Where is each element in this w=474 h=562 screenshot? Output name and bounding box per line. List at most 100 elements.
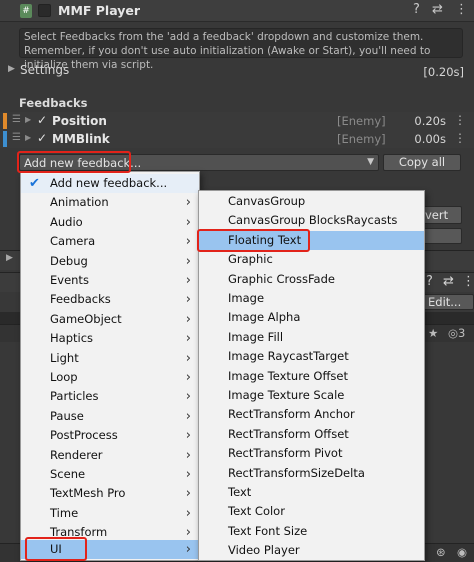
submenu-item-graphic-crossfade[interactable]: Graphic CrossFade: [199, 270, 424, 289]
foldout-triangle-icon[interactable]: ▶: [8, 64, 15, 74]
menu-item-add-new-feedback[interactable]: ✔ Add new feedback...: [21, 174, 199, 194]
chevron-right-icon: ›: [185, 389, 191, 405]
chevron-right-icon: ›: [185, 331, 191, 347]
component-header: # MMF Player ? ⇄ ⋮: [0, 0, 474, 22]
menu-item-label: Light: [50, 350, 79, 365]
highlight-add-feedback: [17, 151, 131, 173]
more-options-icon[interactable]: ⋮: [454, 113, 466, 127]
menu-item-label: Graphic CrossFade: [228, 271, 335, 286]
menu-item-camera[interactable]: Camera ›: [21, 232, 199, 251]
menu-item-textmesh-pro[interactable]: TextMesh Pro ›: [21, 484, 199, 503]
menu-item-events[interactable]: Events ›: [21, 271, 199, 290]
submenu-item-image-raycasttarget[interactable]: Image RaycastTarget: [199, 347, 424, 366]
chevron-right-icon: ›: [185, 273, 191, 288]
chevron-right-icon: ›: [185, 350, 191, 366]
feedback-duration: 0.00s: [414, 132, 446, 146]
copy-all-button[interactable]: Copy all: [383, 154, 461, 171]
highlight-floating-text: [197, 229, 310, 252]
help-icon[interactable]: ?: [426, 274, 433, 289]
menu-item-renderer[interactable]: Renderer ›: [21, 446, 199, 465]
menu-item-animation[interactable]: Animation ›: [21, 193, 199, 212]
menu-item-pause[interactable]: Pause ›: [21, 407, 199, 426]
dropdown-arrow-icon: ▼: [367, 157, 374, 167]
menu-item-time[interactable]: Time ›: [21, 504, 199, 523]
revert-button[interactable]: vert: [420, 206, 462, 224]
feedback-row[interactable]: ☰ ▶ ✓ MMBlink [Enemy] 0.00s ⋮: [0, 130, 474, 148]
feedback-tag: [Enemy]: [337, 114, 386, 128]
submenu-item-image-texture-offset[interactable]: Image Texture Offset: [199, 367, 424, 386]
debug-icon[interactable]: ⊛: [436, 545, 446, 559]
component-title: MMF Player: [58, 3, 141, 18]
component-enabled-checkbox[interactable]: [38, 4, 51, 17]
menu-item-label: RectTransform Pivot: [228, 446, 343, 461]
menu-item-postprocess[interactable]: PostProcess ›: [21, 426, 199, 445]
menu-item-label: Pause: [50, 408, 84, 423]
secondary-button[interactable]: [420, 228, 462, 244]
menu-item-debug[interactable]: Debug ›: [21, 252, 199, 271]
submenu-item-text[interactable]: Text: [199, 483, 424, 502]
star-icon[interactable]: ★: [428, 326, 438, 340]
menu-item-label: PostProcess: [50, 428, 118, 443]
preset-icon[interactable]: ⇄: [443, 274, 454, 289]
chevron-right-icon: ›: [185, 447, 191, 463]
edit-button[interactable]: Edit...: [422, 294, 474, 310]
more-options-icon[interactable]: ⋮: [455, 2, 468, 17]
submenu-item-text-font-size[interactable]: Text Font Size: [199, 522, 424, 541]
submenu-item-image[interactable]: Image: [199, 289, 424, 308]
menu-item-particles[interactable]: Particles ›: [21, 387, 199, 406]
submenu-item-canvasgroup[interactable]: CanvasGroup: [199, 192, 424, 211]
settings-foldout[interactable]: ▶ Settings [0.20s]: [0, 60, 474, 82]
menu-item-haptics[interactable]: Haptics ›: [21, 329, 199, 348]
menu-item-audio[interactable]: Audio ›: [21, 213, 199, 232]
feedback-active-checkbox[interactable]: ✓: [37, 131, 47, 145]
preset-icon[interactable]: ⇄: [432, 2, 443, 17]
submenu-item-recttransform-pivot[interactable]: RectTransform Pivot: [199, 444, 424, 463]
submenu-item-canvasgroup-blocksraycasts[interactable]: CanvasGroup BlocksRaycasts: [199, 211, 424, 230]
checkmark-icon: ✔: [29, 176, 40, 191]
more-options-icon[interactable]: ⋮: [462, 274, 474, 289]
submenu-item-image-fill[interactable]: Image Fill: [199, 328, 424, 347]
add-feedback-menu: ✔ Add new feedback... Animation › Audio › …: [20, 171, 200, 561]
more-options-icon[interactable]: ⋮: [454, 131, 466, 145]
feedback-row[interactable]: ☰ ▶ ✓ Position [Enemy] 0.20s ⋮: [0, 112, 474, 130]
foldout-triangle-icon[interactable]: ▶: [25, 133, 31, 142]
menu-item-label: Particles: [50, 389, 99, 404]
menu-item-label: Renderer: [50, 447, 103, 462]
menu-item-label: Image Texture Scale: [228, 388, 345, 402]
feedback-tag: [Enemy]: [337, 132, 386, 146]
submenu-item-text-color[interactable]: Text Color: [199, 502, 424, 521]
menu-item-gameobject[interactable]: GameObject ›: [21, 310, 199, 329]
menu-item-label: Text Font Size: [228, 523, 308, 538]
foldout-triangle-icon[interactable]: ▶: [6, 253, 13, 263]
submenu-item-video-player[interactable]: Video Player: [199, 541, 424, 560]
menu-item-feedbacks[interactable]: Feedbacks ›: [21, 290, 199, 309]
submenu-item-recttransform-anchor[interactable]: RectTransform Anchor: [199, 405, 424, 424]
foldout-triangle-icon[interactable]: ▶: [25, 115, 31, 124]
menu-item-light[interactable]: Light ›: [21, 349, 199, 368]
submenu-item-image-texture-scale[interactable]: Image Texture Scale: [199, 386, 424, 405]
visibility-icon[interactable]: ◎3: [448, 326, 465, 340]
menu-item-label: Audio: [50, 214, 83, 229]
menu-item-label: Time: [50, 505, 79, 520]
submenu-item-graphic[interactable]: Graphic: [199, 250, 424, 269]
help-icon[interactable]: ?: [413, 2, 420, 17]
chevron-right-icon: ›: [185, 311, 191, 327]
drag-handle-icon[interactable]: ☰: [12, 132, 21, 143]
menu-item-label: Image Texture Offset: [228, 368, 348, 383]
submenu-item-image-alpha[interactable]: Image Alpha: [199, 308, 424, 327]
revert-label: vert: [425, 208, 449, 222]
menu-item-label: RectTransformSizeDelta: [228, 465, 365, 480]
menu-item-label: CanvasGroup BlocksRaycasts: [228, 213, 398, 228]
chevron-right-icon: ›: [185, 195, 191, 211]
drag-handle-icon[interactable]: ☰: [12, 114, 21, 125]
feedback-color-bar: [3, 131, 7, 147]
submenu-item-recttransformsizedelta[interactable]: RectTransformSizeDelta: [199, 464, 424, 483]
feedback-active-checkbox[interactable]: ✓: [37, 113, 47, 127]
menu-item-scene[interactable]: Scene ›: [21, 465, 199, 484]
settings-label: Settings: [20, 63, 70, 77]
chevron-right-icon: ›: [185, 408, 191, 424]
settings-icon[interactable]: ◉: [457, 545, 467, 559]
submenu-item-recttransform-offset[interactable]: RectTransform Offset: [199, 425, 424, 444]
menu-item-loop[interactable]: Loop ›: [21, 368, 199, 387]
menu-item-label: Scene: [50, 467, 86, 481]
